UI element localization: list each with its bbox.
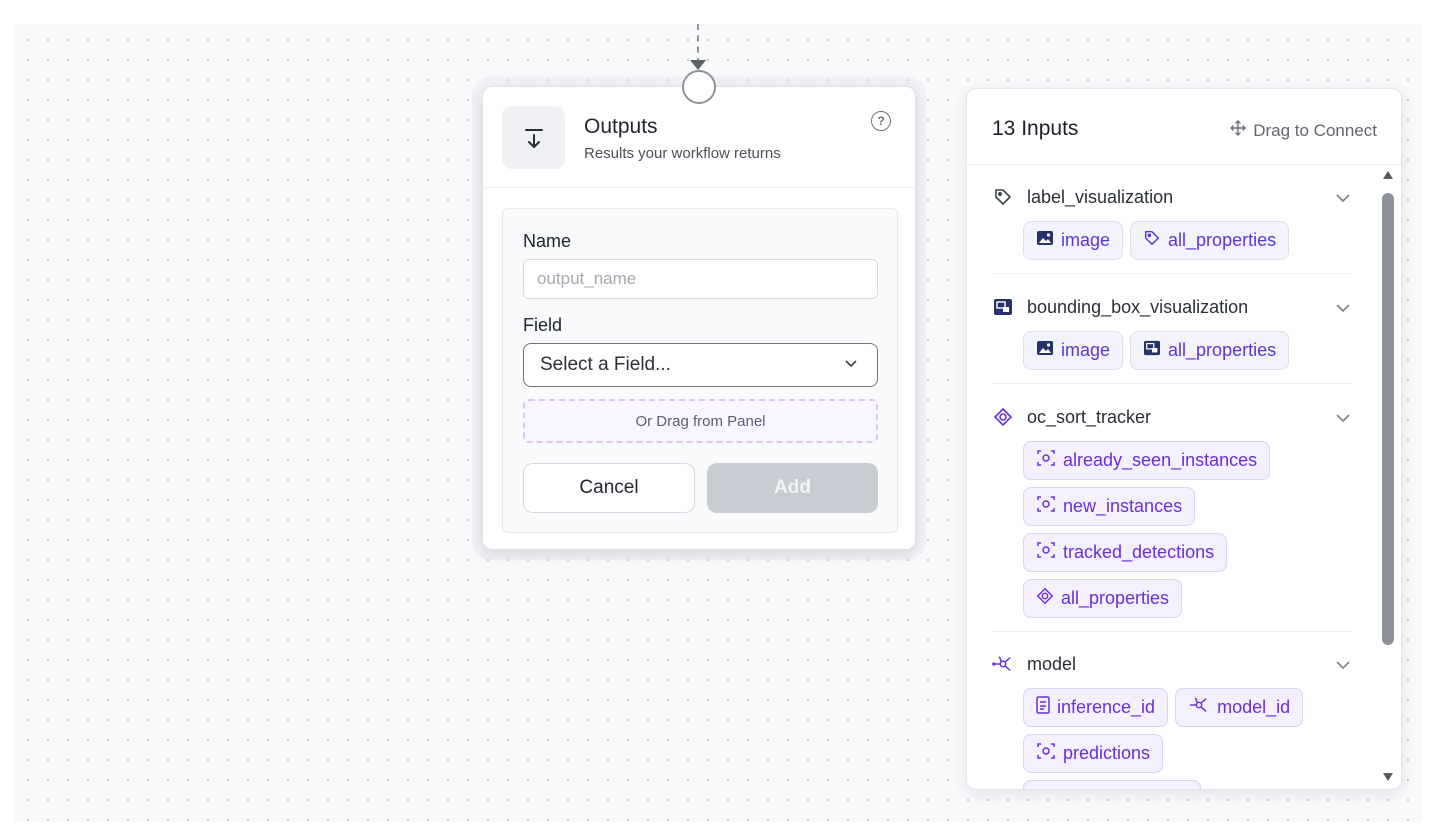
move-icon [1229, 119, 1247, 142]
outputs-node-card: Outputs Results your workflow returns ? … [482, 86, 916, 550]
field-label: Field [523, 315, 563, 335]
group-header[interactable]: oc_sort_tracker [992, 401, 1352, 433]
field-select-value: Select a Field... [540, 354, 671, 375]
chip-image[interactable]: image [1023, 331, 1124, 370]
detections-icon [1036, 742, 1056, 765]
chip-already-seen-instances[interactable]: already_seen_instances [1023, 441, 1271, 480]
field-select[interactable]: Select a Field... [523, 343, 878, 387]
group-divider [992, 383, 1352, 384]
chip-label: all_properties [1168, 340, 1277, 360]
chip-predictions[interactable]: predictions [1023, 734, 1164, 773]
chip-all-properties[interactable]: all_properties [1130, 221, 1290, 260]
inputs-panel-header: 13 Inputs Drag to Connect [967, 89, 1401, 165]
detections-icon [1036, 449, 1056, 472]
outputs-subtitle: Results your workflow returns [584, 145, 781, 162]
tag-icon [992, 186, 1014, 208]
input-group-model: model inference_id model_id predictions [992, 648, 1352, 789]
chevron-down-icon[interactable] [1334, 299, 1352, 322]
id-icon [1036, 696, 1050, 719]
chip-label: tracked_detections [1063, 542, 1215, 562]
group-chips: inference_id model_id predictions [1023, 688, 1343, 789]
input-group-bounding-box-visualization: bounding_box_visualization image all_pro… [992, 291, 1352, 370]
chip-label: already_seen_instances [1063, 450, 1258, 470]
chip-label: model_id [1217, 697, 1291, 717]
chevron-down-icon[interactable] [1334, 656, 1352, 679]
group-header[interactable]: model [992, 648, 1352, 680]
connection-arrow [690, 60, 706, 70]
name-label: Name [523, 231, 572, 251]
bounding-box-icon [1143, 340, 1161, 361]
chip-all-properties[interactable]: all_properties [1130, 331, 1290, 370]
group-chips: already_seen_instances new_instances tra… [1023, 441, 1343, 618]
chevron-down-icon[interactable] [1334, 189, 1352, 212]
chip-label: inference_id [1057, 697, 1156, 717]
scroll-down-arrow-icon[interactable] [1383, 773, 1393, 781]
group-divider [992, 631, 1352, 632]
target-icon [1036, 587, 1054, 610]
chip-label: all_properties [1061, 588, 1170, 608]
chip-label: image [1061, 340, 1111, 360]
chevron-down-icon [843, 355, 859, 377]
group-name: bounding_box_visualization [1027, 296, 1249, 317]
drag-from-panel-dropzone[interactable]: Or Drag from Panel [523, 399, 878, 443]
group-header[interactable]: bounding_box_visualization [992, 291, 1352, 323]
chip-new-instances[interactable]: new_instances [1023, 487, 1196, 526]
model-icon [1188, 696, 1210, 719]
add-button[interactable]: Add [707, 463, 878, 513]
chip-image[interactable]: image [1023, 221, 1124, 260]
group-divider [992, 273, 1352, 274]
inputs-panel: 13 Inputs Drag to Connect label_visualiz… [966, 88, 1402, 790]
drag-to-connect-label: Drag to Connect [1253, 120, 1377, 140]
image-icon [1036, 340, 1054, 361]
scroll-up-arrow-icon[interactable] [1383, 171, 1393, 179]
add-output-form: Name Field Select a Field... Or Drag fro… [502, 208, 898, 533]
chip-label: image [1061, 230, 1111, 250]
outputs-title: Outputs [584, 115, 658, 138]
tag-icon [1143, 229, 1161, 252]
chip-label: all_properties [1168, 230, 1277, 250]
cancel-button[interactable]: Cancel [523, 463, 695, 513]
chip-label: new_instances [1063, 496, 1183, 516]
chip-inference-id[interactable]: inference_id [1023, 688, 1169, 727]
detections-icon [1036, 495, 1056, 518]
group-name: oc_sort_tracker [1027, 406, 1152, 427]
chip-all-properties[interactable]: all_properties [1023, 579, 1183, 618]
chip-tracked-detections[interactable]: tracked_detections [1023, 533, 1228, 572]
inputs-scrollbar[interactable] [1379, 171, 1397, 781]
output-name-input[interactable] [523, 259, 878, 299]
group-chips: image all_properties [1023, 331, 1343, 370]
chip-label: predictions [1063, 743, 1151, 763]
group-name: model [1027, 653, 1077, 674]
bounding-box-icon [992, 296, 1014, 318]
group-name: label_visualization [1027, 186, 1174, 207]
model-icon [992, 653, 1014, 675]
group-header[interactable]: label_visualization [992, 181, 1352, 213]
drag-to-connect-hint: Drag to Connect [1229, 119, 1377, 142]
scroll-thumb[interactable] [1382, 193, 1394, 645]
chevron-down-icon[interactable] [1334, 409, 1352, 432]
input-group-oc-sort-tracker: oc_sort_tracker already_seen_instances n… [992, 401, 1352, 618]
input-group-label-visualization: label_visualization image all_properties [992, 181, 1352, 260]
chip-partially-hidden[interactable] [1023, 780, 1201, 789]
download-arrow-icon [502, 106, 565, 169]
group-chips: image all_properties [1023, 221, 1343, 260]
inputs-count-title: 13 Inputs [992, 117, 1079, 140]
help-icon[interactable]: ? [871, 111, 891, 131]
connection-line [697, 24, 699, 64]
image-icon [1036, 230, 1054, 251]
node-input-handle[interactable] [682, 70, 716, 104]
chip-model-id[interactable]: model_id [1175, 688, 1304, 727]
inputs-list[interactable]: label_visualization image all_properties [967, 165, 1377, 789]
target-icon [992, 406, 1014, 428]
detections-icon [1036, 541, 1056, 564]
